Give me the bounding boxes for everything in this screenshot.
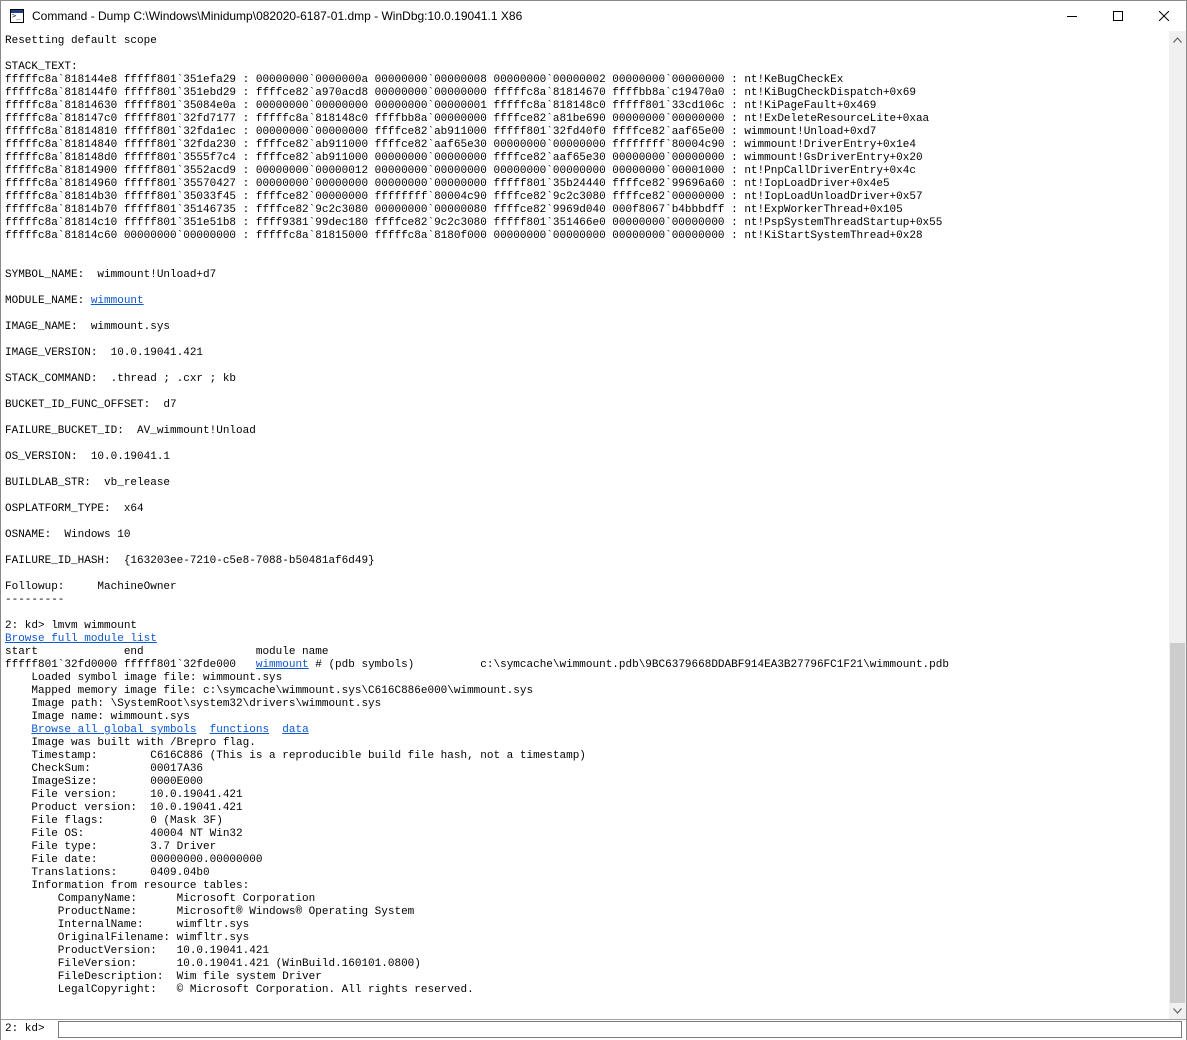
module-link[interactable]: wimmount [256,659,309,671]
file-type-line: File type: 3.7 Driver [5,841,217,853]
loaded-symbol-line: Loaded symbol image file: wimmount.sys [5,672,283,684]
scroll-down-button[interactable] [1169,1002,1186,1019]
stack-frame: fffffc8a`81814b70 fffff801`35146735 : ff… [5,204,903,216]
module-range: fffff801`32fd0000 fffff801`32fde000 [5,659,256,671]
module-pdb-path: # (pdb symbols) c:\symcache\wimmount.pdb… [308,659,949,671]
mapped-memory-line: Mapped memory image file: c:\symcache\wi… [5,685,534,697]
company-name-line: CompanyName: Microsoft Corporation [5,893,316,905]
translations-line: Translations: 0409.04b0 [5,867,210,879]
stack-frame: fffffc8a`818144e8 fffff801`351efa29 : 00… [5,74,844,86]
maximize-button[interactable] [1095,1,1141,31]
symbol-name-line: SYMBOL_NAME: wimmount!Unload+d7 [5,269,217,281]
osplatform-line: OSPLATFORM_TYPE: x64 [5,503,144,515]
image-version-line: IMAGE_VERSION: 10.0.19041.421 [5,347,204,359]
osname-line: OSNAME: Windows 10 [5,529,131,541]
timestamp-line: Timestamp: C616C886 (This is a reproduci… [5,750,586,762]
chevron-up-icon [1173,36,1182,43]
image-name-line: IMAGE_NAME: wimmount.sys [5,321,171,333]
internal-name-line: InternalName: wimfltr.sys [5,919,250,931]
product-version-line: Product version: 10.0.19041.421 [5,802,243,814]
bucket-func-offset-line: BUCKET_ID_FUNC_OFFSET: d7 [5,399,177,411]
close-button[interactable] [1141,1,1187,31]
command-bar: 2: kd> [1,1019,1186,1040]
file-version-line: File version: 10.0.19041.421 [5,789,243,801]
scroll-up-button[interactable] [1169,31,1186,48]
browse-modules-link[interactable]: Browse full module list [5,633,157,645]
maximize-icon [1113,11,1123,21]
stack-frame: fffffc8a`818144f0 fffff801`351ebd29 : ff… [5,87,916,99]
command-input[interactable] [58,1021,1182,1038]
command-echo: 2: kd> lmvm wimmount [5,620,138,632]
title-bar[interactable]: Command - Dump C:\Windows\Minidump\08202… [1,1,1186,31]
stack-frame: fffffc8a`81814c10 fffff801`351e51b8 : ff… [5,217,943,229]
stack-frame: fffffc8a`818148d0 fffff801`3555f7c4 : ff… [5,152,923,164]
minimize-icon [1067,16,1077,17]
stack-frame: fffffc8a`81814630 fffff801`35084e0a : 00… [5,100,877,112]
image-path-line: Image path: \SystemRoot\system32\drivers… [5,698,382,710]
module-table-header: start end module name [5,646,329,658]
separator-line: --------- [5,594,65,606]
product-name-line: ProductName: Microsoft® Windows® Operati… [5,906,415,918]
followup-line: Followup: MachineOwner [5,581,177,593]
stack-frame: fffffc8a`81814810 fffff801`32fda1ec : 00… [5,126,877,138]
buildlab-line: BUILDLAB_STR: vb_release [5,477,171,489]
failure-bucket-line: FAILURE_BUCKET_ID: AV_wimmount!Unload [5,425,256,437]
console-icon [10,9,24,23]
browse-globals-link[interactable]: Browse all global symbols [31,724,196,736]
stack-frame: fffffc8a`81814960 fffff801`35570427 : 00… [5,178,890,190]
module-name-link[interactable]: wimmount [91,295,144,307]
imagesize-line: ImageSize: 0000E000 [5,776,204,788]
product-version-resource-line: ProductVersion: 10.0.19041.421 [5,945,270,957]
minimize-button[interactable] [1049,1,1095,31]
vertical-scrollbar[interactable] [1169,31,1186,1019]
stack-command-line: STACK_COMMAND: .thread ; .cxr ; kb [5,373,237,385]
file-description-line: FileDescription: Wim file system Driver [5,971,322,983]
window-title: Command - Dump C:\Windows\Minidump\08202… [32,9,523,23]
stack-frame: fffffc8a`81814b30 fffff801`35033f45 : ff… [5,191,923,203]
data-link[interactable]: data [282,724,308,736]
resource-info-header: Information from resource tables: [5,880,250,892]
original-filename-line: OriginalFilename: wimfltr.sys [5,932,250,944]
windbg-command-window: Command - Dump C:\Windows\Minidump\08202… [0,0,1187,1040]
stack-text-header: STACK_TEXT: [5,61,78,73]
failure-hash-line: FAILURE_ID_HASH: {163203ee-7210-c5e8-708… [5,555,375,567]
brepro-line: Image was built with /Brepro flag. [5,737,256,749]
functions-link[interactable]: functions [210,724,269,736]
module-name-line: MODULE_NAME: wimmount [5,295,144,308]
stack-frame: fffffc8a`81814900 fffff801`3552acd9 : 00… [5,165,916,177]
command-prompt: 2: kd> [5,1023,45,1035]
browse-modules-line: Browse full module list [5,633,157,646]
debugger-output-pane[interactable]: Resetting default scope STACK_TEXT: ffff… [1,31,1169,1019]
output-line: Resetting default scope [5,35,157,47]
checksum-line: CheckSum: 00017A36 [5,763,204,775]
module-row: fffff801`32fd0000 fffff801`32fde000 wimm… [5,659,949,672]
stack-frame: fffffc8a`818147c0 fffff801`32fd7177 : ff… [5,113,930,125]
legal-copyright-line: LegalCopyright: © Microsoft Corporation.… [5,984,474,996]
scroll-thumb[interactable] [1170,643,1185,1003]
file-flags-line: File flags: 0 (Mask 3F) [5,815,223,827]
stack-frame: fffffc8a`81814840 fffff801`32fda230 : ff… [5,139,916,151]
symbol-links-line: Browse all global symbols functions data [5,724,308,737]
close-icon [1159,11,1169,21]
image-name-detail-line: Image name: wimmount.sys [5,711,190,723]
file-date-line: File date: 00000000.00000000 [5,854,263,866]
stack-frame: fffffc8a`81814c60 00000000`00000000 : ff… [5,230,923,242]
os-version-line: OS_VERSION: 10.0.19041.1 [5,451,171,463]
file-version-resource-line: FileVersion: 10.0.19041.421 (WinBuild.16… [5,958,421,970]
module-name-label: MODULE_NAME: [5,295,91,307]
file-os-line: File OS: 40004 NT Win32 [5,828,243,840]
chevron-down-icon [1173,1007,1182,1014]
